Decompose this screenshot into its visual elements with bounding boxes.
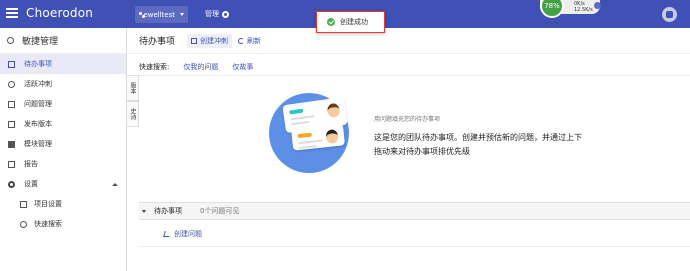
network-indicator	[594, 2, 601, 9]
refresh-icon	[238, 37, 245, 44]
network-speed: 0K/s 12.5K/s	[574, 1, 593, 13]
create-sprint-button[interactable]: 创建冲刺	[187, 33, 233, 48]
gear-icon	[222, 10, 229, 18]
project-name: ewelltest	[143, 10, 175, 19]
filter-stories-only[interactable]: 仅故事	[232, 62, 253, 72]
quick-search-bar: 快速搜索: 仅我的问题 仅故事	[139, 62, 253, 72]
report-icon	[8, 160, 15, 168]
collapse-icon[interactable]	[142, 209, 146, 213]
check-circle-icon	[327, 18, 335, 26]
page-header: 待办事项 创建冲刺 刷新	[128, 28, 690, 54]
empty-backlog-illustration	[264, 93, 360, 173]
sidebar: 敏捷管理 待办事项 活跃冲刺 问题管理 发布版本 模块管理 报告 设置 项目设置…	[0, 28, 127, 271]
user-avatar[interactable]	[662, 7, 677, 22]
search-icon	[20, 220, 27, 228]
caret-down-icon	[180, 13, 184, 16]
folder-icon	[20, 200, 27, 208]
create-issue-label: 创建问题	[174, 230, 202, 238]
sidebar-title-label: 敏捷管理	[22, 37, 59, 47]
empty-hint: 用问题填充您的待办事项	[374, 116, 441, 123]
sidebar-item-settings[interactable]: 设置	[0, 174, 126, 194]
sidebar-title: 敏捷管理	[0, 28, 126, 54]
add-icon	[191, 37, 198, 44]
project-icon	[139, 11, 147, 18]
sidebar-item-label: 模块管理	[24, 140, 52, 148]
refresh-button[interactable]: 刷新	[238, 36, 261, 46]
app-logo[interactable]: Choerodon	[26, 6, 93, 20]
sidebar-item-active-sprint[interactable]: 活跃冲刺	[0, 74, 126, 94]
divider	[139, 75, 690, 76]
filter-my-issues[interactable]: 仅我的问题	[183, 62, 218, 72]
network-down: 12.5K/s	[574, 7, 593, 13]
refresh-label: 刷新	[247, 36, 262, 45]
sidebar-item-backlog[interactable]: 待办事项	[0, 54, 126, 74]
create-issue-button[interactable]: 创建问题	[163, 229, 202, 239]
sidebar-item-releases[interactable]: 发布版本	[0, 114, 126, 134]
agile-icon	[7, 37, 14, 44]
backlog-title: 待办事项	[154, 207, 182, 215]
sidebar-item-modules[interactable]: 模块管理	[0, 134, 126, 154]
tab-epic[interactable]: 史诗	[127, 101, 139, 127]
sidebar-item-label: 快速搜索	[34, 220, 62, 228]
quick-search-label: 快速搜索:	[139, 63, 170, 71]
list-icon	[8, 60, 15, 68]
run-icon	[8, 80, 15, 88]
empty-description: 这是您的团队待办事项。创建并预估新的问题，并通过上下拖动来对待办事项排优先级	[374, 133, 582, 156]
chevron-up-icon	[112, 182, 118, 186]
page-title: 待办事项	[139, 37, 176, 47]
sidebar-item-label: 设置	[24, 180, 38, 188]
issue-icon	[8, 100, 15, 108]
project-selector[interactable]: ewelltest	[135, 6, 188, 23]
sidebar-item-issues[interactable]: 问题管理	[0, 94, 126, 114]
sidebar-item-reports[interactable]: 报告	[0, 154, 126, 174]
menu-icon[interactable]	[6, 8, 18, 18]
divider	[139, 219, 690, 220]
sidebar-item-label: 报告	[24, 160, 38, 168]
sidebar-item-label: 发布版本	[24, 120, 52, 128]
backlog-section-header[interactable]: 待办事项 0个问题可见	[139, 203, 690, 219]
side-tabs: 版本 史诗	[127, 75, 139, 127]
toast-message: 创建成功	[340, 18, 368, 26]
success-toast: 创建成功	[316, 11, 385, 33]
manage-label: 管理	[205, 10, 219, 18]
sidebar-item-label: 活跃冲刺	[24, 80, 52, 88]
sidebar-item-label: 问题管理	[24, 100, 52, 108]
divider	[139, 246, 690, 247]
sidebar-item-label: 项目设置	[34, 200, 62, 208]
tab-version[interactable]: 版本	[127, 75, 139, 101]
release-icon	[8, 120, 15, 128]
gear-icon	[8, 180, 15, 188]
manage-menu[interactable]: 管理	[205, 9, 229, 19]
backlog-count: 0个问题可见	[200, 207, 240, 215]
sidebar-item-project-settings[interactable]: 项目设置	[0, 194, 126, 214]
create-sprint-label: 创建冲刺	[200, 36, 229, 45]
module-icon	[8, 140, 15, 148]
pencil-icon	[163, 231, 171, 237]
sidebar-item-label: 待办事项	[24, 60, 52, 68]
sidebar-item-quick-search[interactable]: 快速搜索	[0, 214, 126, 234]
